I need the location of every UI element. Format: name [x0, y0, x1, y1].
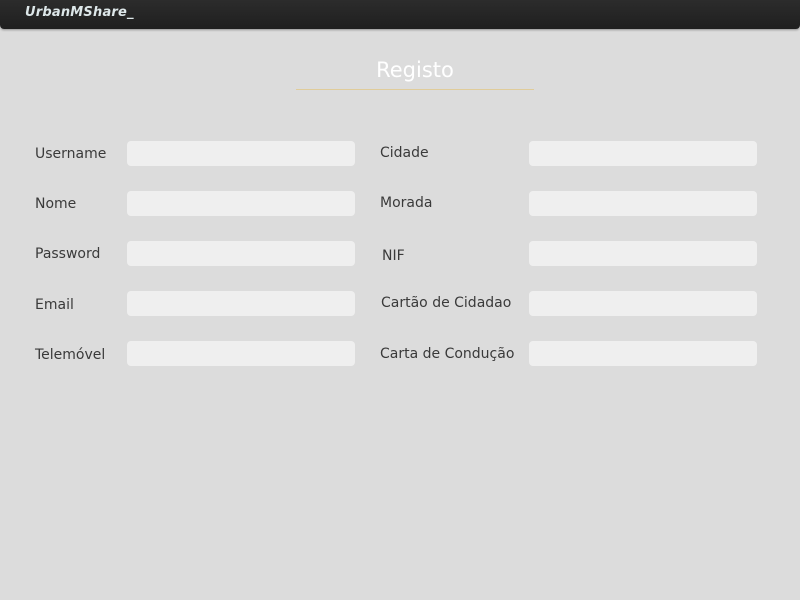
- morada-label: Morada: [380, 195, 433, 211]
- email-label: Email: [35, 297, 74, 313]
- app-logo: UrbanMShare_: [25, 5, 134, 20]
- page-title: Registo: [376, 58, 454, 82]
- nif-label: NIF: [382, 248, 405, 264]
- carta-conducao-input[interactable]: [529, 341, 757, 366]
- morada-input[interactable]: [529, 191, 757, 216]
- password-input[interactable]: [127, 241, 355, 266]
- carta-conducao-label: Carta de Condução: [380, 346, 515, 362]
- cartao-cidadao-label: Cartão de Cidadao: [381, 295, 512, 311]
- email-input[interactable]: [127, 291, 355, 316]
- nome-input[interactable]: [127, 191, 355, 216]
- title-bar: UrbanMShare_: [0, 0, 800, 29]
- telemovel-label: Telemóvel: [35, 347, 106, 363]
- username-input[interactable]: [127, 141, 355, 166]
- cidade-input[interactable]: [529, 141, 757, 166]
- username-label: Username: [35, 146, 107, 162]
- cidade-label: Cidade: [380, 145, 429, 161]
- password-label: Password: [35, 246, 101, 262]
- title-underline: [296, 89, 534, 90]
- cartao-cidadao-input[interactable]: [529, 291, 757, 316]
- telemovel-input[interactable]: [127, 341, 355, 366]
- nome-label: Nome: [35, 196, 77, 212]
- nif-input[interactable]: [529, 241, 757, 266]
